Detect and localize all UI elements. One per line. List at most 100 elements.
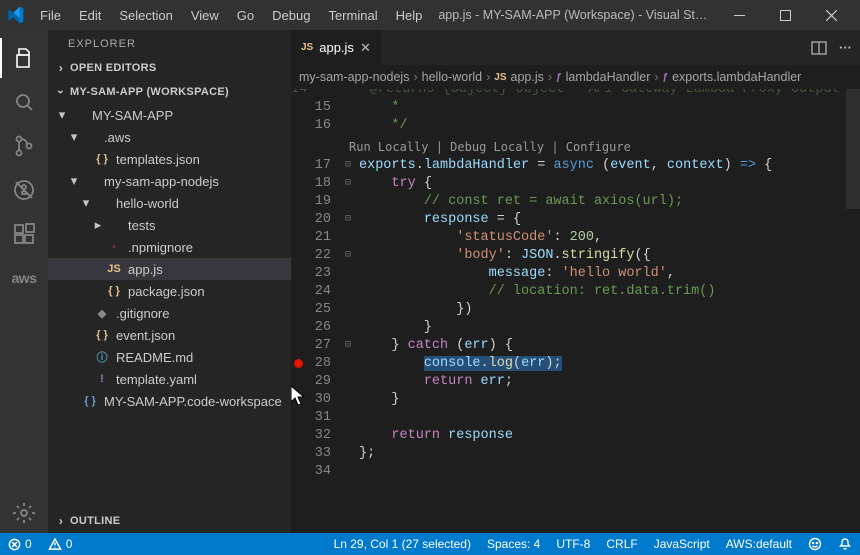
- status-aws[interactable]: AWS:default: [718, 533, 800, 555]
- code-line[interactable]: 20⊟ response = {: [291, 210, 846, 228]
- code-line[interactable]: 17⊟exports.lambdaHandler = async (event,…: [291, 156, 846, 174]
- code-line[interactable]: 16 */: [291, 116, 846, 134]
- tab-close-icon[interactable]: ✕: [360, 40, 371, 56]
- line-number: 22: [305, 248, 341, 263]
- file-event-json[interactable]: { }event.json: [48, 324, 291, 346]
- code-line[interactable]: 21 'statusCode': 200,: [291, 228, 846, 246]
- code-line[interactable]: 27⊟ } catch (err) {: [291, 336, 846, 354]
- folder-tests[interactable]: ▸tests: [48, 214, 291, 236]
- close-button[interactable]: [808, 0, 854, 30]
- fold-icon[interactable]: ⊟: [341, 339, 355, 351]
- code-text: 'body': JSON.stringify({: [355, 248, 846, 263]
- file-app-js[interactable]: JSapp.js: [48, 258, 291, 280]
- minimize-button[interactable]: [716, 0, 762, 30]
- status-language[interactable]: JavaScript: [646, 533, 718, 555]
- activity-source-control[interactable]: [0, 126, 48, 166]
- code-line[interactable]: 22⊟ 'body': JSON.stringify({: [291, 246, 846, 264]
- folder-my-sam-app-nodejs[interactable]: ▾my-sam-app-nodejs: [48, 170, 291, 192]
- status-indentation[interactable]: Spaces: 4: [479, 533, 548, 555]
- code-line[interactable]: 28 console.log(err);: [291, 354, 846, 372]
- menu-help[interactable]: Help: [388, 4, 431, 27]
- fold-icon[interactable]: ⊟: [341, 249, 355, 261]
- codelens-configure[interactable]: Configure: [566, 140, 631, 154]
- folder--aws[interactable]: ▾.aws: [48, 126, 291, 148]
- code-line[interactable]: 18⊟ try {: [291, 174, 846, 192]
- code-line[interactable]: 30 }: [291, 390, 846, 408]
- breadcrumb-item[interactable]: hello-world: [422, 70, 482, 84]
- menu-terminal[interactable]: Terminal: [320, 4, 385, 27]
- code-line[interactable]: 14 * @returns {object} object API Gatewa…: [291, 89, 846, 98]
- breakpoint-icon: [294, 359, 303, 368]
- activity-aws[interactable]: aws: [0, 258, 48, 298]
- minimap[interactable]: [846, 89, 860, 533]
- menu-go[interactable]: Go: [229, 4, 262, 27]
- status-errors[interactable]: 0: [0, 533, 40, 555]
- codelens-run[interactable]: Run Locally: [349, 140, 428, 154]
- file-template-yaml[interactable]: !template.yaml: [48, 368, 291, 390]
- file-readme-md[interactable]: ⓘREADME.md: [48, 346, 291, 368]
- breadcrumbs[interactable]: my-sam-app-nodejs›hello-world›JSapp.js›ƒ…: [291, 65, 860, 89]
- tab-app-js[interactable]: JS app.js ✕: [291, 30, 382, 65]
- menu-edit[interactable]: Edit: [71, 4, 109, 27]
- status-feedback-icon[interactable]: [800, 533, 830, 555]
- breadcrumb-item[interactable]: my-sam-app-nodejs: [299, 70, 409, 84]
- folder-hello-world[interactable]: ▾hello-world: [48, 192, 291, 214]
- code-text: 'statusCode': 200,: [355, 230, 846, 245]
- file-type-icon: { }: [82, 393, 98, 409]
- file-my-sam-app-code-workspace[interactable]: { }MY-SAM-APP.code-workspace: [48, 390, 291, 412]
- status-warnings[interactable]: 0: [40, 533, 81, 555]
- code-line[interactable]: 34: [291, 462, 846, 480]
- file-type-icon: { }: [94, 151, 110, 167]
- breadcrumb-item[interactable]: ƒexports.lambdaHandler: [663, 70, 802, 84]
- status-eol[interactable]: CRLF: [598, 533, 645, 555]
- breadcrumb-icon: ƒ: [663, 72, 669, 83]
- codelens-debug[interactable]: Debug Locally: [450, 140, 544, 154]
- section-open-editors[interactable]: ›OPEN EDITORS: [48, 58, 291, 78]
- code-line[interactable]: 23 message: 'hello world',: [291, 264, 846, 282]
- code-line[interactable]: 24 // location: ret.data.trim(): [291, 282, 846, 300]
- code-line[interactable]: 33};: [291, 444, 846, 462]
- section-outline[interactable]: ›OUTLINE: [48, 511, 291, 531]
- file-type-icon: JS: [106, 261, 122, 277]
- breakpoint-gutter[interactable]: [291, 359, 305, 368]
- code-editor[interactable]: 14 * @returns {object} object API Gatewa…: [291, 89, 860, 533]
- activity-settings[interactable]: [0, 493, 48, 533]
- menu-selection[interactable]: Selection: [111, 4, 180, 27]
- code-line[interactable]: 31: [291, 408, 846, 426]
- more-actions-icon[interactable]: ···: [839, 40, 852, 55]
- menu-debug[interactable]: Debug: [264, 4, 318, 27]
- file--npmignore[interactable]: ◦.npmignore: [48, 236, 291, 258]
- activity-explorer[interactable]: [0, 38, 48, 78]
- menu-bar: FileEditSelectionViewGoDebugTerminalHelp: [32, 4, 430, 27]
- menu-file[interactable]: File: [32, 4, 69, 27]
- code-line[interactable]: 15 *: [291, 98, 846, 116]
- code-line[interactable]: 32 return response: [291, 426, 846, 444]
- menu-view[interactable]: View: [183, 4, 227, 27]
- tree-item-label: tests: [128, 218, 285, 233]
- code-line[interactable]: 19 // const ret = await axios(url);: [291, 192, 846, 210]
- folder-my-sam-app[interactable]: ▾MY-SAM-APP: [48, 104, 291, 126]
- activity-search[interactable]: [0, 82, 48, 122]
- fold-icon[interactable]: ⊟: [341, 177, 355, 189]
- breadcrumb-item[interactable]: JSapp.js: [494, 70, 544, 84]
- status-bell-icon[interactable]: [830, 533, 860, 555]
- breadcrumb-item[interactable]: ƒlambdaHandler: [556, 70, 650, 84]
- status-encoding[interactable]: UTF-8: [548, 533, 598, 555]
- activity-extensions[interactable]: [0, 214, 48, 254]
- code-text: return response: [355, 428, 846, 443]
- fold-icon[interactable]: ⊟: [341, 159, 355, 171]
- file-templates-json[interactable]: { }templates.json: [48, 148, 291, 170]
- fold-icon[interactable]: ⊟: [341, 213, 355, 225]
- file--gitignore[interactable]: ◆.gitignore: [48, 302, 291, 324]
- maximize-button[interactable]: [762, 0, 808, 30]
- file-package-json[interactable]: { }package.json: [48, 280, 291, 302]
- chevron-down-icon: ▾: [68, 173, 80, 189]
- section-workspace[interactable]: ›MY-SAM-APP (WORKSPACE): [48, 82, 291, 102]
- status-cursor-pos[interactable]: Ln 29, Col 1 (27 selected): [326, 533, 479, 555]
- code-line[interactable]: 29 return err;: [291, 372, 846, 390]
- code-line[interactable]: 25 }): [291, 300, 846, 318]
- activity-debug[interactable]: [0, 170, 48, 210]
- split-editor-icon[interactable]: [811, 40, 827, 56]
- code-line[interactable]: 26 }: [291, 318, 846, 336]
- code-text: } catch (err) {: [355, 338, 846, 353]
